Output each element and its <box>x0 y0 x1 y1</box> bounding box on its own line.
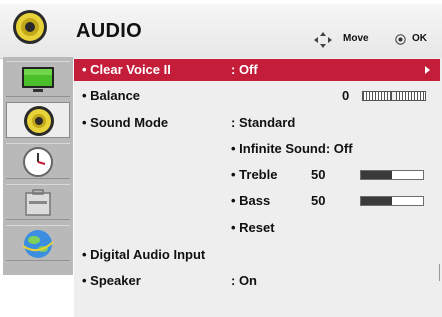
menu-row-reset[interactable]: • Reset <box>74 217 440 239</box>
balance-label: • Balance <box>82 88 141 103</box>
sound-mode-label: • Sound Mode <box>82 115 169 130</box>
menu-row-treble[interactable]: • Treble 50 <box>74 164 440 186</box>
treble-slider-fill <box>361 171 392 179</box>
sidebar-item-time[interactable] <box>6 143 70 179</box>
bass-label: • Bass <box>231 193 271 208</box>
menu-row-speaker[interactable]: • Speaker : On <box>74 270 440 292</box>
menu-row-clear-voice[interactable]: • Clear Voice II : Off <box>74 59 440 81</box>
globe-icon <box>22 230 54 258</box>
tv-picture-icon <box>22 67 54 92</box>
balance-slider[interactable] <box>362 91 426 101</box>
menu-header: AUDIO Move OK <box>0 4 442 59</box>
treble-label: • Treble <box>231 167 278 182</box>
menu-row-infinite-sound[interactable]: • Infinite Sound: Off <box>74 138 440 160</box>
bass-value: 50 <box>311 193 326 208</box>
speaker-value: : On <box>231 273 257 288</box>
menu-row-digital-audio-input[interactable]: • Digital Audio Input <box>74 244 440 266</box>
osd-menu-window: AUDIO Move OK • Clear Voice II: Off • B… <box>0 0 442 317</box>
treble-value: 50 <box>311 167 326 182</box>
bass-slider-fill <box>361 197 392 205</box>
ok-button-icon <box>395 34 406 45</box>
treble-slider[interactable] <box>360 170 424 180</box>
menu-row-balance[interactable]: • Balance 0 <box>74 85 440 107</box>
submenu-arrow-icon <box>425 66 430 74</box>
sidebar-item-network[interactable] <box>6 225 70 261</box>
clock-icon <box>23 147 53 177</box>
move-hint-label: Move <box>343 33 369 44</box>
menu-row-sound-mode[interactable]: • Sound Mode : Standard <box>74 112 440 134</box>
sidebar-item-picture[interactable] <box>6 61 70 97</box>
infinite-sound-label: • Infinite Sound: Off <box>231 141 353 156</box>
ok-hint-label: OK <box>412 33 427 44</box>
sidebar-item-audio[interactable] <box>6 102 70 138</box>
speaker-label: • Speaker <box>82 273 141 288</box>
clear-voice-value: : Off <box>231 62 258 77</box>
move-arrows-icon <box>314 32 332 48</box>
sidebar-item-option[interactable] <box>6 184 70 220</box>
divider-line <box>439 264 440 281</box>
menu-row-bass[interactable]: • Bass 50 <box>74 190 440 212</box>
speaker-icon <box>24 106 54 136</box>
reset-label: • Reset <box>231 220 275 235</box>
clear-voice-label: • Clear Voice II <box>82 62 171 77</box>
page-title: AUDIO <box>76 20 142 42</box>
balance-slider-handle[interactable] <box>391 91 397 101</box>
bass-slider[interactable] <box>360 196 424 206</box>
audio-settings-panel: • Clear Voice II : Off • Balance 0 • Sou… <box>74 58 442 317</box>
toolbox-icon <box>25 189 51 216</box>
speaker-icon <box>13 10 47 44</box>
balance-value: 0 <box>342 88 350 103</box>
category-sidebar <box>3 57 73 275</box>
digital-audio-input-label: • Digital Audio Input <box>82 247 206 262</box>
sound-mode-value: : Standard <box>231 115 296 130</box>
